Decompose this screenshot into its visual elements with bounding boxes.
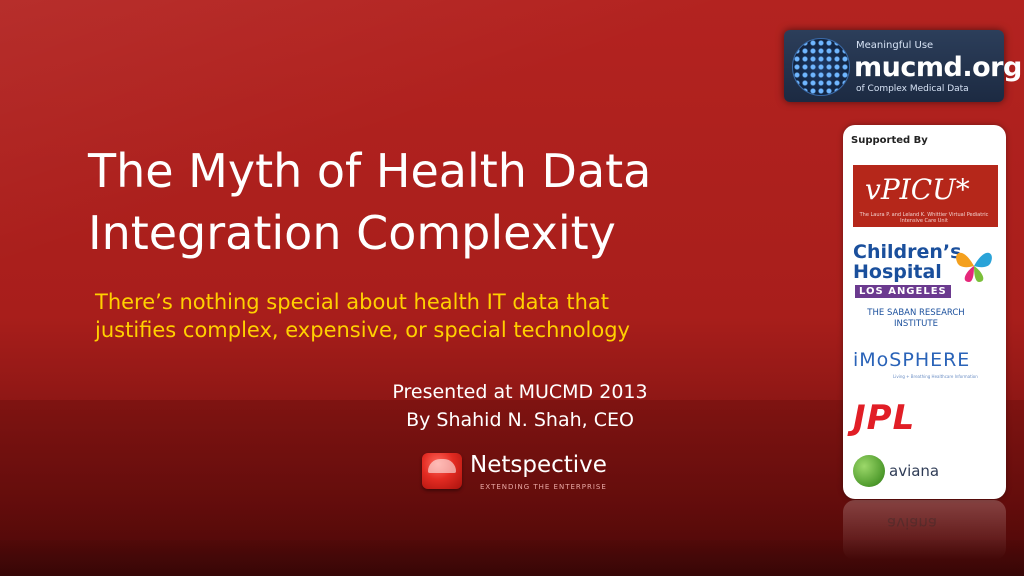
slide: The Myth of Health Data Integration Comp… [0, 0, 1024, 576]
aviana-name: aviana [889, 462, 940, 480]
chla-logo: Children’s Hospital LOS ANGELES THE SABA… [853, 240, 998, 338]
apple-icon [853, 455, 885, 487]
imosphere-name: iMoSPHERE [853, 349, 971, 371]
title-line-2: Integration Complexity [88, 206, 616, 260]
supporters-header: Supported By [851, 135, 928, 146]
subtitle-line-1: There’s nothing special about health IT … [95, 290, 609, 314]
netspective-icon [422, 453, 462, 489]
butterfly-icon [956, 252, 992, 282]
chla-institute: THE SABAN RESEARCH INSTITUTE [867, 308, 965, 329]
aviana-reflection-text: aviana [887, 514, 938, 532]
vpicu-subtext: The Laura P. and Leland K. Whittier Virt… [859, 212, 989, 224]
supporters-reflection: aviana [843, 500, 1006, 560]
imosphere-logo: iMoSPHERE Living + Breathing Healthcare … [853, 345, 998, 387]
mucmd-badge: Meaningful Use mucmd.org of Complex Medi… [784, 30, 1022, 102]
imosphere-tagline: Living + Breathing Healthcare Informatio… [893, 374, 978, 379]
vpicu-logo: vPICU* The Laura P. and Leland K. Whitti… [853, 165, 998, 227]
presenter-name: By Shahid N. Shah, CEO [406, 409, 634, 431]
aviana-logo: aviana [853, 455, 998, 489]
mucmd-line-2: mucmd.org [854, 52, 1022, 83]
netspective-name: Netspective [470, 452, 607, 478]
presented-at: Presented at MUCMD 2013 [392, 381, 648, 403]
supporters-panel: Supported By vPICU* The Laura P. and Lel… [843, 125, 1006, 499]
title-line-1: The Myth of Health Data [88, 144, 652, 198]
netspective-tagline: EXTENDING THE ENTERPRISE [480, 483, 607, 491]
chla-city: LOS ANGELES [855, 285, 951, 298]
chla-name-line-2: Hospital [853, 261, 942, 283]
vpicu-name: vPICU* [865, 173, 970, 206]
chla-name: Children’s Hospital [853, 242, 961, 282]
netspective-logo: Netspective EXTENDING THE ENTERPRISE [422, 450, 622, 500]
slide-subtitle: There’s nothing special about health IT … [95, 288, 715, 344]
jpl-logo: JPL [853, 398, 998, 440]
presenter-info: Presented at MUCMD 2013 By Shahid N. Sha… [360, 378, 680, 434]
subtitle-line-2: justifies complex, expensive, or special… [95, 318, 630, 342]
mucmd-line-1: Meaningful Use [856, 40, 934, 51]
jpl-name: JPL [853, 398, 916, 438]
chla-name-line-1: Children’s [853, 241, 962, 263]
mucmd-line-3: of Complex Medical Data [856, 84, 969, 94]
slide-title: The Myth of Health Data Integration Comp… [88, 140, 788, 264]
globe-icon [792, 38, 850, 96]
